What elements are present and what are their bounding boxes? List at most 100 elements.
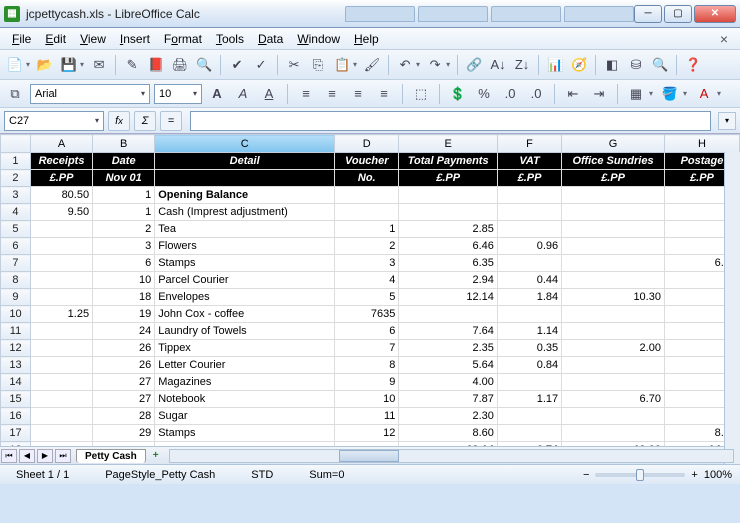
cell[interactable]: 3 [93, 238, 155, 255]
vertical-scrollbar[interactable] [724, 152, 740, 464]
cell[interactable]: 5 [335, 289, 399, 306]
cell[interactable] [562, 204, 665, 221]
cell[interactable] [497, 374, 561, 391]
minimize-button[interactable]: ─ [634, 5, 662, 23]
cell[interactable] [399, 306, 498, 323]
cell[interactable]: 10 [335, 391, 399, 408]
dec-del-icon[interactable]: .0 [525, 83, 547, 105]
col-header[interactable]: G [562, 135, 665, 153]
row-header[interactable]: 17 [1, 425, 31, 442]
open-icon[interactable]: 📂 [34, 54, 56, 76]
zoom-icon[interactable]: 🔍 [649, 54, 671, 76]
cell[interactable]: Sugar [155, 408, 335, 425]
cell[interactable]: 9 [335, 374, 399, 391]
autospell-icon[interactable]: ✓ [250, 54, 272, 76]
sum-icon[interactable]: Σ [134, 111, 156, 131]
cell[interactable]: 26 [93, 357, 155, 374]
col-header[interactable]: A [30, 135, 92, 153]
cell[interactable]: Letter Courier [155, 357, 335, 374]
cell[interactable] [562, 238, 665, 255]
cell[interactable]: 18 [93, 289, 155, 306]
row-header[interactable]: 15 [1, 391, 31, 408]
tab-last-icon[interactable]: ⏭ [55, 449, 71, 463]
bg-tab[interactable] [418, 6, 488, 22]
percent-icon[interactable]: % [473, 83, 495, 105]
function-icon[interactable]: = [160, 111, 182, 131]
cell[interactable] [30, 425, 92, 442]
cell[interactable]: Laundry of Towels [155, 323, 335, 340]
zoom-out-icon[interactable]: − [583, 469, 589, 481]
cell[interactable]: Envelopes [155, 289, 335, 306]
bg-tab[interactable] [564, 6, 634, 22]
cell[interactable]: 80.50 [30, 187, 92, 204]
cell[interactable]: 0.84 [497, 357, 561, 374]
menu-edit[interactable]: Edit [39, 30, 72, 48]
cell[interactable] [562, 221, 665, 238]
cell[interactable]: Stamps [155, 425, 335, 442]
menu-help[interactable]: Help [348, 30, 385, 48]
cell[interactable]: 26 [93, 340, 155, 357]
menu-file[interactable]: File [6, 30, 37, 48]
cell[interactable]: 6.70 [562, 391, 665, 408]
row-header[interactable]: 2 [1, 170, 31, 187]
indent-inc-icon[interactable]: ⇥ [588, 83, 610, 105]
cell[interactable] [30, 340, 92, 357]
header-cell[interactable]: Receipts [30, 153, 92, 170]
bg-tab[interactable] [491, 6, 561, 22]
underline-icon[interactable]: A [258, 83, 280, 105]
cell[interactable]: 7.64 [399, 323, 498, 340]
cell[interactable] [562, 408, 665, 425]
cell[interactable]: 2.85 [399, 221, 498, 238]
borders-icon[interactable]: ▦ [625, 83, 647, 105]
datasources-icon[interactable]: ⛁ [625, 54, 647, 76]
chart-icon[interactable]: 📊 [544, 54, 566, 76]
align-left-icon[interactable]: ≡ [295, 83, 317, 105]
cell[interactable]: 1 [335, 221, 399, 238]
pdf-icon[interactable]: 📕 [145, 54, 167, 76]
cell[interactable] [562, 425, 665, 442]
row-header[interactable]: 12 [1, 340, 31, 357]
cell[interactable] [562, 187, 665, 204]
navigator-icon[interactable]: 🧭 [568, 54, 590, 76]
cell[interactable]: 19 [93, 306, 155, 323]
cell[interactable] [562, 357, 665, 374]
row-header[interactable]: 1 [1, 153, 31, 170]
header-cell[interactable]: £.PP [562, 170, 665, 187]
cell[interactable]: 24 [93, 323, 155, 340]
email-icon[interactable]: ✉ [88, 54, 110, 76]
sort-asc-icon[interactable]: A↓ [487, 54, 509, 76]
link-icon[interactable]: 🔗 [463, 54, 485, 76]
cell[interactable]: 10 [93, 272, 155, 289]
cell[interactable]: 6.46 [399, 238, 498, 255]
cell[interactable]: 7 [335, 340, 399, 357]
cell[interactable]: 1.14 [497, 323, 561, 340]
cell-grid[interactable]: ABCDEFGH1ReceiptsDateDetailVoucherTotal … [0, 134, 740, 446]
row-header[interactable]: 6 [1, 238, 31, 255]
tab-first-icon[interactable]: ⏮ [1, 449, 17, 463]
header-cell[interactable]: £.PP [497, 170, 561, 187]
formula-input[interactable] [190, 111, 711, 131]
cell[interactable]: 2.00 [562, 340, 665, 357]
cell[interactable]: 11 [335, 408, 399, 425]
align-center-icon[interactable]: ≡ [321, 83, 343, 105]
add-sheet-icon[interactable]: + [149, 449, 163, 463]
preview-icon[interactable]: 🔍 [193, 54, 215, 76]
cell[interactable] [30, 255, 92, 272]
cell[interactable]: 27 [93, 374, 155, 391]
cell[interactable] [562, 272, 665, 289]
edit-icon[interactable]: ✎ [121, 54, 143, 76]
cell[interactable]: 29 [93, 425, 155, 442]
cell[interactable] [399, 204, 498, 221]
cell[interactable]: 12 [335, 425, 399, 442]
cell[interactable] [335, 204, 399, 221]
cell[interactable] [30, 374, 92, 391]
bold-icon[interactable]: A [206, 83, 228, 105]
cell[interactable]: 1.17 [497, 391, 561, 408]
cell[interactable]: 2 [93, 221, 155, 238]
indent-dec-icon[interactable]: ⇤ [562, 83, 584, 105]
header-cell[interactable]: £.PP [399, 170, 498, 187]
maximize-button[interactable]: ▢ [664, 5, 692, 23]
header-cell[interactable] [155, 170, 335, 187]
cell[interactable]: 7635 [335, 306, 399, 323]
status-mode[interactable]: STD [243, 469, 281, 481]
